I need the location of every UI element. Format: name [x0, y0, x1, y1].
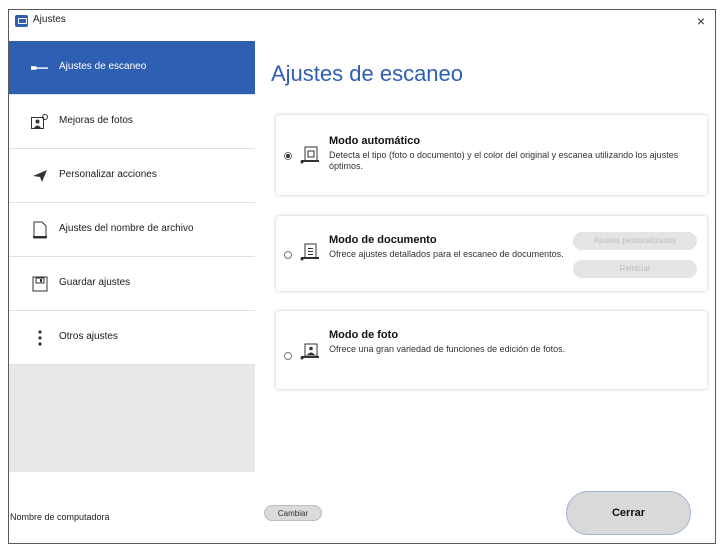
title-bar: Ajustes × — [9, 10, 715, 32]
mode-card-document[interactable]: Modo de documento Ofrece ajustes detalla… — [276, 216, 707, 291]
mode-card-photo[interactable]: Modo de foto Ofrece una gran variedad de… — [276, 311, 707, 389]
custom-settings-button[interactable]: Ajustes personalizados — [573, 232, 697, 250]
auto-mode-description: Detecta el tipo (foto o documento) y el … — [329, 150, 679, 171]
window-title: Ajustes — [33, 14, 66, 25]
sidebar-item-label: Otros ajustes — [59, 331, 118, 342]
sidebar-item-custom-actions[interactable]: Personalizar acciones — [9, 149, 255, 203]
sidebar-item-other-settings[interactable]: Otros ajustes — [9, 311, 255, 365]
save-icon — [31, 275, 49, 293]
reset-button[interactable]: Reiniciar — [573, 260, 697, 278]
sidebar-item-label: Mejoras de fotos — [59, 115, 133, 126]
page-title: Ajustes de escaneo — [271, 61, 464, 86]
sidebar-item-label: Guardar ajustes — [59, 277, 131, 288]
more-vertical-icon — [31, 329, 49, 347]
photo-mode-description: Ofrece una gran variedad de funciones de… — [329, 344, 566, 354]
auto-mode-icon — [300, 146, 319, 164]
settings-window: Ajustes × Ajustes de escaneo Mejoras de … — [8, 9, 716, 544]
sidebar-item-photo-enhance[interactable]: Mejoras de fotos — [9, 95, 255, 149]
auto-mode-radio[interactable] — [284, 152, 292, 160]
sidebar-item-label: Ajustes de escaneo — [59, 61, 147, 72]
document-mode-title: Modo de documento — [329, 234, 437, 246]
sidebar-item-save-settings[interactable]: Guardar ajustes — [9, 257, 255, 311]
app-icon — [15, 15, 28, 27]
document-icon — [31, 221, 49, 239]
document-mode-description: Ofrece ajustes detallados para el escane… — [329, 249, 564, 259]
sidebar: Ajustes de escaneo Mejoras de fotos Pers… — [9, 41, 255, 472]
photo-mode-radio[interactable] — [284, 352, 292, 360]
computer-name-label: Nombre de computadora — [10, 512, 110, 522]
document-mode-icon — [300, 243, 319, 261]
document-mode-radio[interactable] — [284, 251, 292, 259]
auto-mode-title: Modo automático — [329, 135, 421, 147]
close-icon[interactable]: × — [691, 11, 711, 31]
sidebar-item-scan-settings[interactable]: Ajustes de escaneo — [9, 41, 255, 95]
mode-card-auto[interactable]: Modo automático Detecta el tipo (foto o … — [276, 115, 707, 195]
scan-settings-icon — [31, 59, 49, 77]
sidebar-item-label: Ajustes del nombre de archivo — [59, 223, 194, 234]
main-panel: Ajustes de escaneo Modo automático Detec… — [256, 41, 715, 472]
sidebar-item-label: Personalizar acciones — [59, 169, 157, 180]
change-button[interactable]: Cambiar — [264, 505, 322, 521]
sidebar-item-filename-settings[interactable]: Ajustes del nombre de archivo — [9, 203, 255, 257]
photo-mode-icon — [300, 343, 319, 360]
paper-plane-icon — [31, 167, 49, 185]
close-button[interactable]: Cerrar — [566, 491, 691, 535]
photo-mode-title: Modo de foto — [329, 329, 399, 341]
photo-enhance-icon — [31, 113, 49, 131]
